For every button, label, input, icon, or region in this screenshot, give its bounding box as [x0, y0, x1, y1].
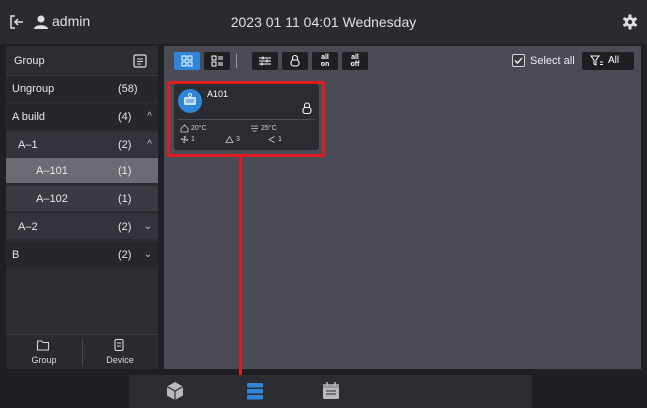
sidebar-header: Group [6, 46, 158, 76]
sidebar-item-label: A–102 [36, 193, 68, 205]
sidebar-item-count: (2) [118, 139, 132, 151]
sidebar-item-a-2[interactable]: A–2 (2) ⌄ [6, 214, 158, 240]
chevron-down-icon[interactable]: ⌄ [144, 249, 152, 260]
all-on-label: all on [312, 54, 338, 68]
sidebar-item-a-build[interactable]: A build (4) ^ [6, 104, 158, 130]
chevron-down-icon[interactable]: ⌄ [144, 221, 152, 232]
sidebar-item-label: Ungroup [12, 83, 55, 95]
sidebar-item-count: (2) [118, 249, 132, 261]
all-on-label-top: all [321, 54, 329, 61]
sidebar-item-ungroup[interactable]: Ungroup (58) [6, 76, 158, 102]
bottom-nav [129, 375, 532, 408]
select-all-toggle[interactable]: Select all [510, 52, 578, 70]
sidebar-item-count: (1) [118, 165, 132, 177]
all-on-label-bottom: on [320, 61, 330, 68]
batch-settings-button[interactable] [252, 52, 278, 70]
calendar-icon[interactable] [319, 379, 343, 403]
annotation-pointer-line [239, 157, 242, 408]
sidebar-item-a-102[interactable]: A–102 (1) [6, 186, 158, 212]
sidebar-title: Group [14, 55, 45, 67]
toolbar-divider [236, 54, 237, 68]
cube-icon[interactable] [163, 379, 187, 403]
chevron-up-icon[interactable]: ^ [147, 111, 152, 122]
filter-icon [590, 55, 603, 66]
sidebar-item-label: A–2 [18, 221, 38, 233]
tab-group-label: Group [31, 355, 57, 365]
annotation-highlight-box [167, 81, 325, 157]
sidebar-item-b[interactable]: B (2) ⌄ [6, 242, 158, 268]
sidebar-item-count: (1) [118, 193, 132, 205]
lock-all-button[interactable] [282, 52, 308, 70]
select-all-label: Select all [530, 55, 575, 67]
sliders-icon [259, 56, 271, 66]
all-off-label-top: all [351, 54, 359, 61]
sidebar-item-label: A–101 [36, 165, 68, 177]
sidebar-footer: Group Device [6, 334, 158, 369]
lock-icon [290, 54, 300, 67]
sidebar-item-count: (4) [118, 111, 132, 123]
top-bar: admin 2023 01 11 04:01 Wednesday [0, 0, 647, 44]
device-icon [114, 338, 124, 352]
sidebar-item-count: (58) [118, 83, 138, 95]
folder-icon [36, 340, 50, 351]
filter-button[interactable]: All [582, 52, 634, 70]
tab-device[interactable]: Device [82, 335, 158, 370]
settings-gear-icon[interactable] [621, 13, 639, 31]
list-view-button[interactable] [204, 52, 230, 70]
tab-group[interactable]: Group [6, 335, 82, 370]
tab-device-label: Device [106, 355, 134, 365]
sidebar-item-count: (2) [118, 221, 132, 233]
all-off-button[interactable]: all off [342, 52, 368, 70]
filter-label: All [608, 55, 620, 66]
grid-view-button[interactable] [174, 52, 200, 70]
sidebar-item-a-1[interactable]: A–1 (2) ^ [6, 132, 158, 158]
datetime-display: 2023 01 11 04:01 Wednesday [230, 14, 417, 30]
sidebar-item-label: A–1 [18, 139, 38, 151]
checkmark-icon [514, 57, 523, 64]
sidebar-item-a-101[interactable]: A–101 (1) [6, 158, 158, 184]
device-list-icon[interactable] [243, 379, 267, 403]
list-view-icon [211, 55, 223, 67]
group-edit-icon[interactable] [132, 53, 148, 69]
sidebar-item-label: B [12, 249, 20, 261]
select-all-checkbox[interactable] [512, 54, 525, 67]
all-off-label: all off [342, 54, 368, 68]
chevron-up-icon[interactable]: ^ [147, 139, 152, 150]
group-sidebar: Group Ungroup (58) A build (4) ^ A–1 (2)… [6, 46, 158, 369]
sidebar-item-label: A build [12, 111, 46, 123]
all-off-label-bottom: off [350, 61, 360, 68]
grid-view-icon [181, 55, 193, 67]
all-on-button[interactable]: all on [312, 52, 338, 70]
